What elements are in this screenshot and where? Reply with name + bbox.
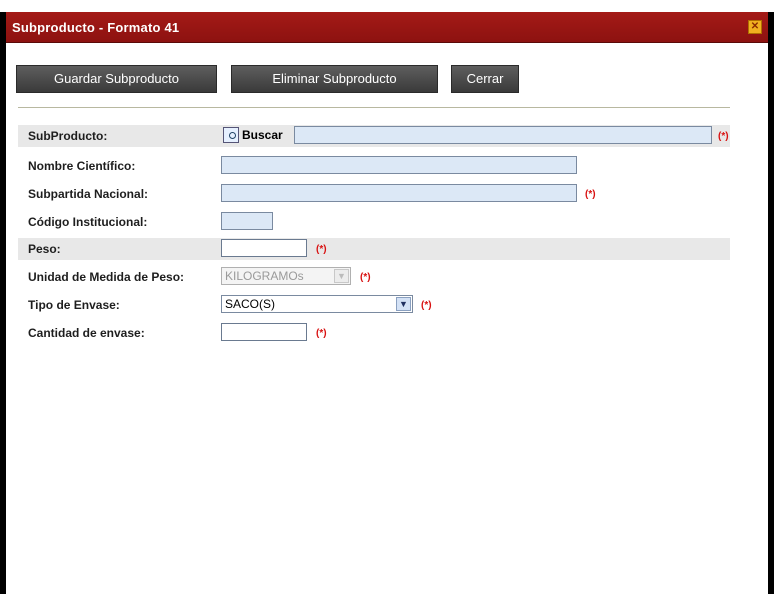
row-codigo-institucional: Código Institucional: xyxy=(18,211,730,233)
unidad-medida-peso-label: Unidad de Medida de Peso: xyxy=(28,270,185,284)
codigo-institucional-field[interactable] xyxy=(221,212,273,230)
search-label: Buscar xyxy=(242,128,283,142)
peso-label: Peso: xyxy=(28,242,61,256)
close-button[interactable]: Cerrar xyxy=(451,65,519,93)
nombre-cientifico-label: Nombre Científico: xyxy=(28,159,136,173)
tipo-envase-value: SACO(S) xyxy=(225,297,276,311)
subpartida-nacional-label: Subpartida Nacional: xyxy=(28,187,149,201)
top-strip xyxy=(0,0,774,12)
cantidad-envase-label: Cantidad de envase: xyxy=(28,326,145,340)
required-mark: (*) xyxy=(316,244,327,255)
nombre-cientifico-field[interactable] xyxy=(221,156,577,174)
subproducto-label: SubProducto: xyxy=(28,129,108,143)
chevron-down-icon: ▼ xyxy=(334,269,349,283)
row-unidad-medida-peso: Unidad de Medida de Peso: KILOGRAMOs ▼ (… xyxy=(18,266,730,288)
row-nombre-cientifico: Nombre Científico: xyxy=(18,155,730,177)
row-peso: Peso: (*) xyxy=(18,238,730,260)
tipo-envase-label: Tipo de Envase: xyxy=(28,298,120,312)
tipo-envase-select[interactable]: SACO(S) ▼ xyxy=(221,295,413,313)
row-subpartida-nacional: Subpartida Nacional: (*) xyxy=(18,183,730,205)
window-title: Subproducto - Formato 41 xyxy=(12,20,180,35)
search-icon xyxy=(223,127,239,143)
close-icon[interactable]: ✕ xyxy=(748,20,762,34)
unidad-medida-peso-select: KILOGRAMOs ▼ xyxy=(221,267,351,285)
required-mark: (*) xyxy=(718,131,729,142)
required-mark: (*) xyxy=(585,189,596,200)
window-titlebar: Subproducto - Formato 41 ✕ xyxy=(6,12,768,43)
cantidad-envase-field[interactable] xyxy=(221,323,307,341)
chevron-down-icon[interactable]: ▼ xyxy=(396,297,411,311)
row-cantidad-envase: Cantidad de envase: (*) xyxy=(18,322,730,344)
delete-subproduct-button[interactable]: Eliminar Subproducto xyxy=(231,65,438,93)
codigo-institucional-label: Código Institucional: xyxy=(28,215,148,229)
required-mark: (*) xyxy=(421,300,432,311)
subpartida-nacional-field[interactable] xyxy=(221,184,577,202)
dialog-content: Guardar Subproducto Eliminar Subproducto… xyxy=(6,43,768,594)
save-subproduct-button[interactable]: Guardar Subproducto xyxy=(16,65,217,93)
unidad-medida-peso-value: KILOGRAMOs xyxy=(225,269,304,283)
peso-field[interactable] xyxy=(221,239,307,257)
row-subproducto: SubProducto: Buscar (*) xyxy=(18,125,730,147)
search-button[interactable]: Buscar xyxy=(223,125,283,145)
required-mark: (*) xyxy=(316,328,327,339)
subproducto-field[interactable] xyxy=(294,126,712,144)
window-right-border xyxy=(768,12,774,594)
row-tipo-envase: Tipo de Envase: SACO(S) ▼ (*) xyxy=(18,294,730,316)
toolbar-divider xyxy=(18,107,730,108)
required-mark: (*) xyxy=(360,272,371,283)
